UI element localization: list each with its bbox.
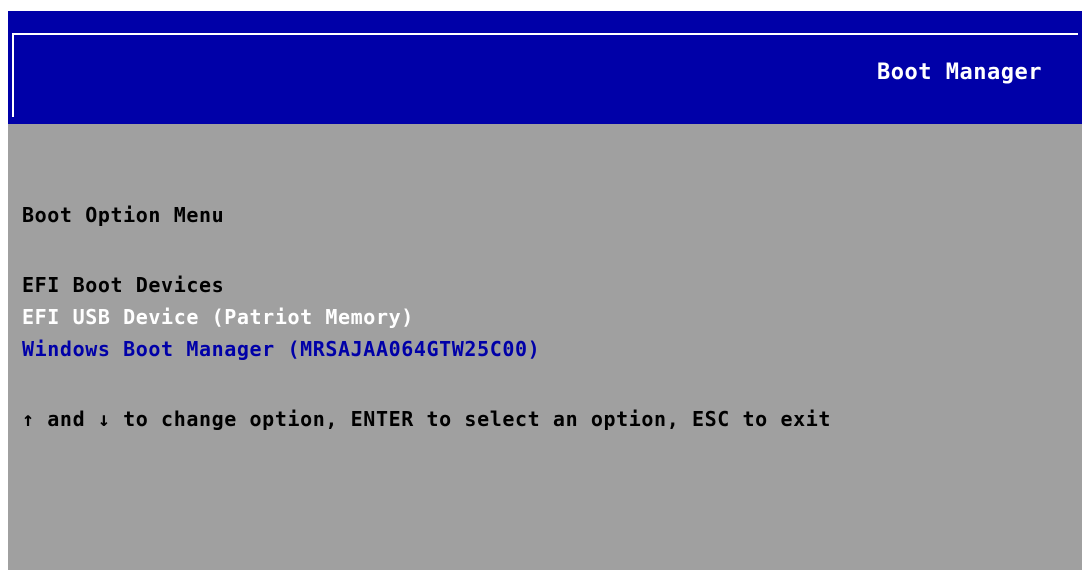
navigation-help-text: ↑ and ↓ to change option, ENTER to selec… [22, 407, 832, 431]
page-title: Boot Manager [877, 60, 1042, 85]
menu-title: Boot Option Menu [22, 203, 225, 227]
header-bar: Boot Manager [8, 11, 1082, 124]
bios-screen: Boot Manager Boot Option Menu EFI Boot D… [8, 11, 1082, 570]
boot-menu-panel: Boot Option Menu EFI Boot Devices EFI US… [8, 124, 1082, 570]
boot-option-windows-boot-manager[interactable]: Windows Boot Manager (MRSAJAA064GTW25C00… [22, 337, 540, 361]
boot-devices-group-label: EFI Boot Devices [22, 273, 225, 297]
boot-option-usb-device[interactable]: EFI USB Device (Patriot Memory) [22, 305, 414, 329]
